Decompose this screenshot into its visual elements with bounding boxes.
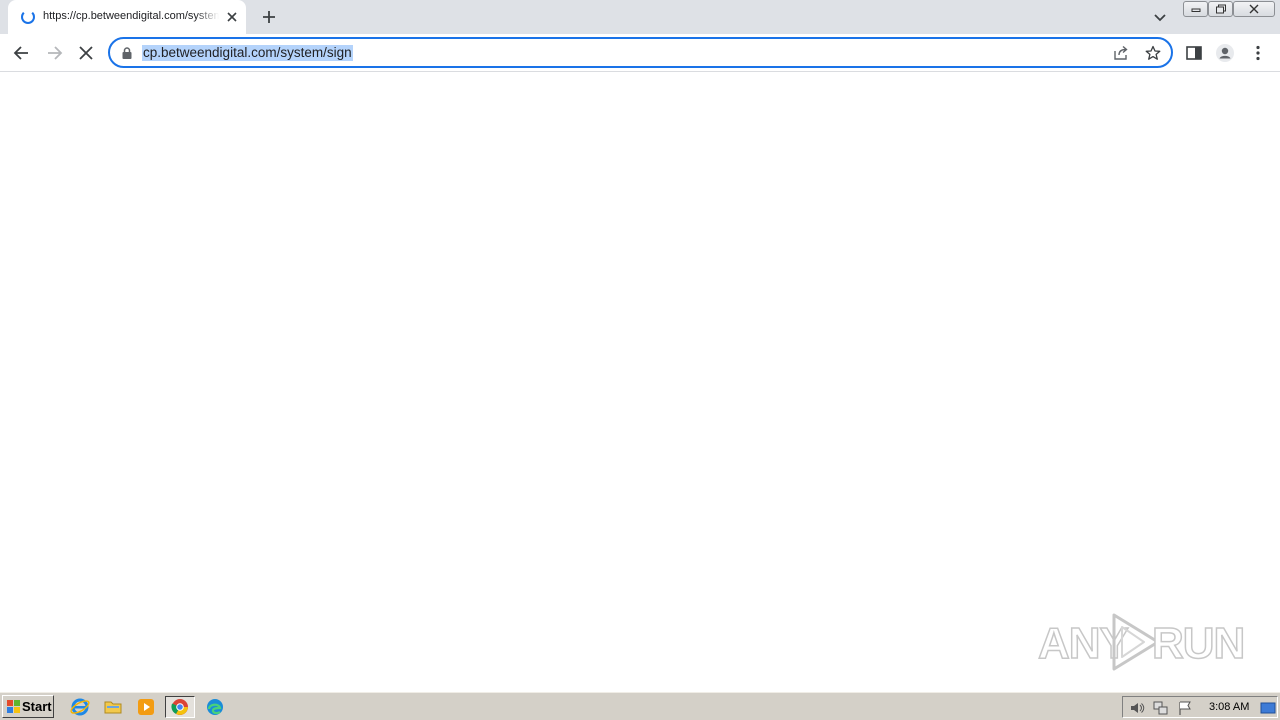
start-label: Start — [22, 699, 52, 714]
side-panel-icon[interactable] — [1184, 43, 1204, 63]
minimize-button[interactable] — [1183, 1, 1208, 17]
url-text[interactable]: cp.betweendigital.com/system/sign — [142, 45, 353, 61]
flag-icon[interactable] — [1177, 700, 1193, 716]
internet-explorer-icon[interactable] — [69, 696, 91, 718]
start-button[interactable]: Start — [2, 695, 54, 718]
stop-loading-icon[interactable] — [76, 43, 96, 63]
lock-icon[interactable] — [121, 46, 133, 60]
share-icon[interactable] — [1113, 45, 1129, 61]
restore-button[interactable] — [1208, 1, 1233, 17]
new-tab-icon[interactable] — [260, 8, 278, 26]
close-icon[interactable] — [224, 9, 240, 25]
file-explorer-icon[interactable] — [102, 696, 124, 718]
window-close-button[interactable] — [1233, 1, 1275, 17]
bookmark-star-icon[interactable] — [1145, 45, 1161, 61]
speaker-icon[interactable] — [1129, 700, 1145, 716]
chrome-taskbar-button[interactable] — [165, 696, 195, 718]
chevron-down-icon[interactable] — [1152, 9, 1168, 25]
show-desktop-icon[interactable] — [1260, 700, 1276, 716]
media-player-icon[interactable] — [135, 696, 157, 718]
forward-arrow-icon[interactable] — [44, 43, 64, 63]
back-arrow-icon[interactable] — [12, 43, 32, 63]
browser-toolbar: cp.betweendigital.com/system/sign — [0, 34, 1280, 72]
watermark-text-right: RUN — [1151, 618, 1246, 669]
taskbar: Start 3:08 AM — [0, 692, 1280, 720]
loading-spinner-icon — [21, 10, 35, 24]
profile-avatar-icon[interactable] — [1215, 43, 1235, 63]
system-tray: 3:08 AM — [1122, 696, 1278, 718]
address-bar[interactable]: cp.betweendigital.com/system/sign — [108, 37, 1173, 68]
edge-icon[interactable] — [204, 696, 226, 718]
anyrun-watermark: ANY RUN — [1037, 607, 1246, 677]
chrome-icon — [171, 699, 188, 715]
page-viewport: ANY RUN — [0, 72, 1280, 692]
tab-strip: https://cp.betweendigital.com/system/sig… — [0, 0, 1280, 34]
windows-logo-icon — [7, 700, 20, 713]
clock: 3:08 AM — [1209, 701, 1250, 713]
tab-title: https://cp.betweendigital.com/system/sig… — [43, 10, 219, 22]
browser-tab[interactable]: https://cp.betweendigital.com/system/sig… — [8, 0, 246, 34]
network-icon[interactable] — [1153, 700, 1169, 716]
kebab-menu-icon[interactable] — [1248, 43, 1268, 63]
